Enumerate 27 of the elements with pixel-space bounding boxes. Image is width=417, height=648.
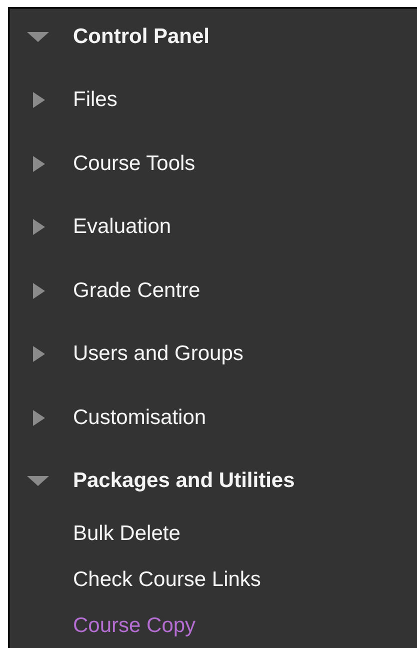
- menu-section-label: Evaluation: [73, 215, 172, 240]
- menu-section-header[interactable]: Users and Groups: [10, 322, 417, 386]
- menu-section-label: Grade Centre: [73, 278, 200, 303]
- menu-section-label: Customisation: [73, 406, 206, 430]
- collapsed-triangle-icon: [33, 156, 45, 172]
- menu-section-label: Control Panel: [73, 24, 210, 49]
- menu-section-header[interactable]: Evaluation: [10, 196, 417, 259]
- menu-section-label: Files: [73, 88, 118, 112]
- menu-section-header[interactable]: Course Tools: [10, 132, 417, 196]
- menu-section-header[interactable]: Grade Centre: [10, 259, 417, 322]
- collapsed-triangle-icon: [33, 346, 45, 362]
- collapsed-triangle-icon: [33, 410, 45, 426]
- collapsed-triangle-icon: [33, 92, 45, 108]
- collapsed-triangle-icon: [33, 282, 45, 299]
- menu-section-label: Course Tools: [73, 152, 196, 176]
- menu-section-header[interactable]: Files: [10, 68, 417, 132]
- menu-section-header[interactable]: Control Panel: [10, 5, 417, 68]
- menu-section-header[interactable]: Customisation: [10, 386, 417, 450]
- menu-link[interactable]: Course Copy: [10, 603, 417, 648]
- expanded-triangle-icon: [27, 32, 49, 42]
- menu-section-label: Packages and Utilities: [73, 469, 295, 494]
- expanded-triangle-icon: [27, 476, 49, 486]
- menu-link[interactable]: Bulk Delete: [10, 511, 417, 557]
- collapsed-triangle-icon: [33, 219, 45, 236]
- menu-link[interactable]: Check Course Links: [10, 557, 417, 603]
- menu-section-label: Users and Groups: [73, 342, 244, 366]
- menu-section-header[interactable]: Packages and Utilities: [10, 450, 417, 513]
